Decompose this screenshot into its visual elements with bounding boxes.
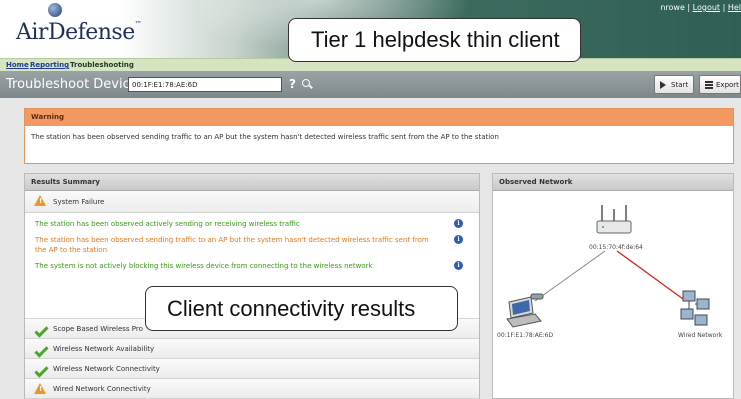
wired-network-label: Wired Network [678, 332, 723, 339]
info-icon[interactable]: i [454, 219, 463, 228]
warning-message: The station has been observed sending tr… [31, 133, 499, 141]
network-diagram [506, 205, 710, 328]
result-detail-line: The station has been observed actively s… [35, 219, 469, 229]
ap-mac-label: 00:15:70:4f:de:64 [589, 244, 643, 251]
search-icon[interactable] [302, 79, 310, 87]
observed-network-panel: Observed Network 00:15:70:4f:de:64 00:1F… [492, 173, 734, 399]
export-icon [705, 81, 713, 89]
check-icon [34, 343, 47, 353]
start-button[interactable]: Start [654, 75, 694, 94]
play-icon [660, 81, 666, 89]
troubleshoot-toolbar: Troubleshoot Device: 00:1F:E1:78:AE:6D ?… [0, 71, 741, 98]
ap-wired-link [616, 250, 684, 300]
access-point-icon[interactable] [596, 205, 632, 234]
warning-panel: Warning The station has been observed se… [24, 108, 734, 164]
observed-network-title: Observed Network [493, 174, 733, 191]
check-icon [34, 323, 47, 333]
wired-network-icon[interactable] [680, 290, 710, 326]
logout-link[interactable]: Logout [693, 3, 720, 12]
nav-reporting[interactable]: Reporting [30, 61, 69, 69]
username: nrowe [660, 3, 685, 12]
page-title: Troubleshoot Device: [6, 77, 143, 92]
callout-top: Tier 1 helpdesk thin client [288, 18, 581, 62]
check-icon [34, 363, 47, 373]
user-links: nrowe | Logout | Hel [660, 3, 741, 12]
nav-home[interactable]: Home [6, 61, 29, 69]
airdefense-logo: AirDefense™ [16, 20, 142, 45]
laptop-icon[interactable] [506, 293, 544, 328]
help-link[interactable]: Hel [728, 3, 741, 12]
help-button[interactable]: ? [289, 77, 296, 91]
info-icon[interactable]: i [454, 261, 463, 270]
warning-icon [34, 383, 46, 394]
system-failure-row[interactable]: System Failure [25, 191, 479, 213]
warning-icon [34, 195, 46, 206]
result-detail-line: The system is not actively blocking this… [35, 261, 469, 271]
nav-troubleshooting[interactable]: Troubleshooting [70, 61, 134, 69]
export-button[interactable]: Export [699, 75, 741, 94]
client-ap-link [534, 250, 606, 302]
globe-icon [48, 3, 62, 17]
check-row-connectivity[interactable]: Wireless Network Connectivity [25, 359, 479, 379]
client-mac-label: 00:1F:E1:78:AE:6D [497, 332, 554, 339]
result-detail-line: The station has been observed sending tr… [35, 235, 469, 255]
results-summary-title: Results Summary [25, 174, 479, 191]
check-row-availability[interactable]: Wireless Network Availability [25, 339, 479, 359]
check-row-wired[interactable]: Wired Network Connectivity [25, 379, 479, 399]
info-icon[interactable]: i [454, 235, 463, 244]
warning-title: Warning [25, 109, 733, 126]
callout-bottom: Client connectivity results [145, 286, 458, 331]
device-input[interactable]: 00:1F:E1:78:AE:6D [128, 77, 282, 92]
